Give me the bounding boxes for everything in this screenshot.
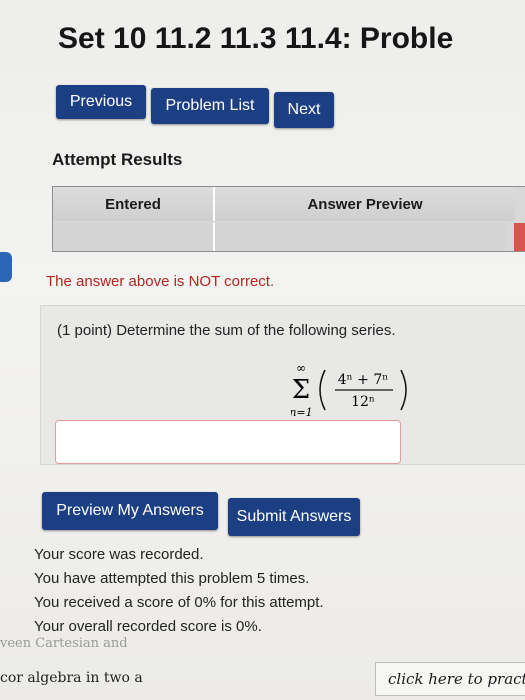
right-paren: [400, 369, 407, 411]
attempt-results-heading: Attempt Results: [52, 150, 183, 169]
incorrect-status-cell: [514, 223, 525, 251]
left-paren: [319, 369, 326, 411]
attempt-results-table: Entered Answer Preview: [52, 186, 525, 252]
attempts-count-text: You have attempted this problem 5 times.: [34, 570, 310, 587]
preview-answers-button[interactable]: Preview My Answers: [42, 492, 218, 530]
numerator: 4ⁿ + 7ⁿ: [338, 372, 389, 388]
column-header-answer-preview: Answer Preview: [215, 187, 515, 221]
answer-input[interactable]: [55, 420, 401, 464]
sum-upper-limit: ∞: [296, 361, 306, 375]
background-text-left: cor algebra in two a: [0, 670, 143, 686]
denominator: 12ⁿ: [351, 394, 375, 410]
practice-link[interactable]: click here to practic: [375, 662, 525, 696]
problem-list-button[interactable]: Problem List: [151, 88, 269, 124]
next-button[interactable]: Next: [274, 92, 334, 128]
problem-panel: (1 point) Determine the sum of the follo…: [40, 305, 525, 465]
entered-cell: [53, 223, 215, 251]
sum-lower-limit: n=1: [291, 406, 313, 419]
incorrect-message: The answer above is NOT correct.: [46, 273, 275, 290]
column-header-entered: Entered: [53, 187, 215, 221]
side-panel-tab[interactable]: [0, 252, 12, 282]
score-recorded-text: Your score was recorded.: [34, 546, 204, 563]
problem-text: (1 point) Determine the sum of the follo…: [57, 322, 396, 339]
page-title: Set 10 11.2 11.3 11.4: Proble: [58, 22, 454, 55]
submit-answers-button[interactable]: Submit Answers: [228, 498, 360, 536]
series-formula: ∞ Σ n=1 4ⁿ + 7ⁿ 12ⁿ: [291, 361, 407, 419]
answer-preview-cell: [215, 223, 505, 251]
attempt-score-text: You received a score of 0% for this atte…: [34, 594, 324, 611]
overall-score-text: Your overall recorded score is 0%.: [34, 618, 262, 635]
previous-button[interactable]: Previous: [56, 85, 146, 119]
sigma-symbol: Σ: [292, 375, 310, 405]
background-faded-text: veen Cartesian and: [0, 636, 128, 651]
